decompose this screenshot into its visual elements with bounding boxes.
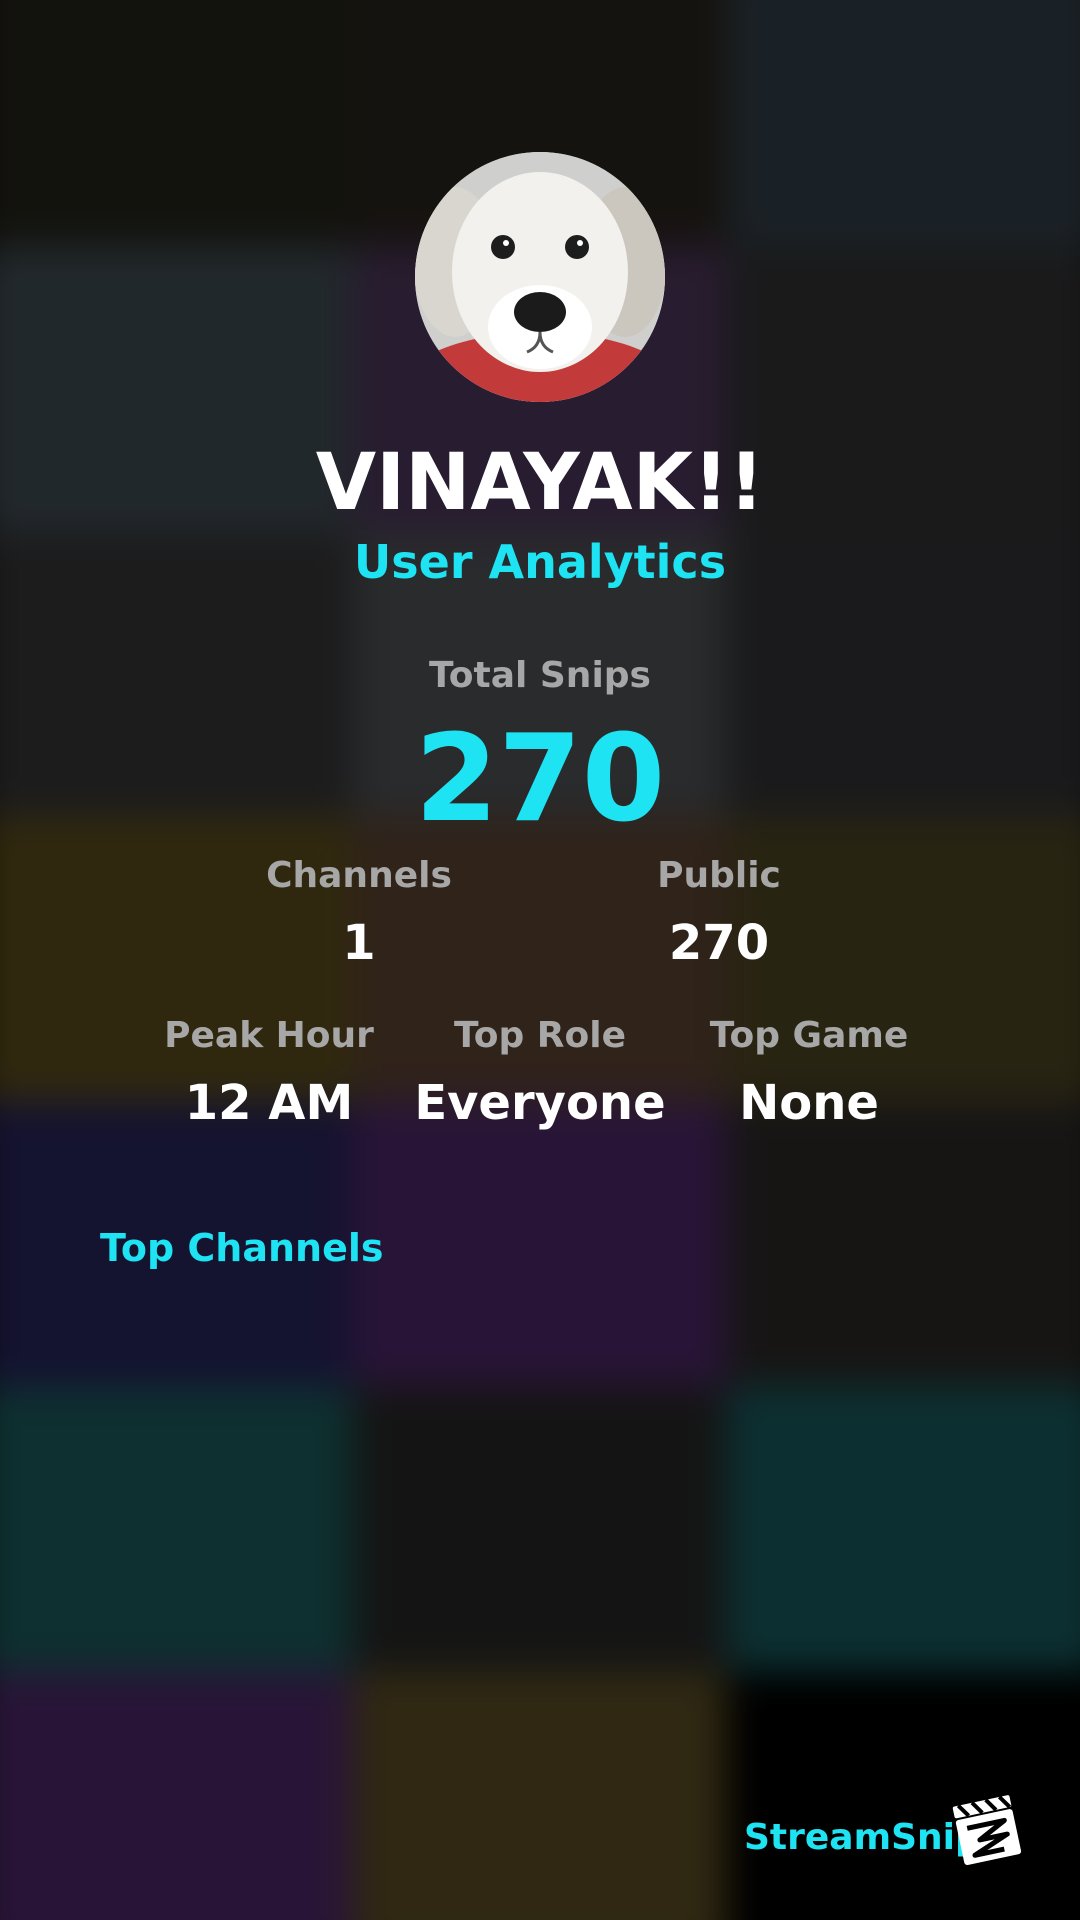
username: VINAYAK!! [315,438,765,528]
page-subtitle: User Analytics [353,535,727,589]
stat-value: Everyone [414,1075,666,1131]
stat-value: 12 AM [184,1075,354,1131]
total-snips-label: Total Snips [429,655,651,696]
clapperboard-icon [952,1795,1022,1866]
stat-label: Public [657,855,781,896]
stat-public: Public 270 [579,853,859,973]
stat-label: Peak Hour [164,1015,374,1056]
user-avatar [415,152,665,402]
total-snips-value: 270 [414,710,666,849]
stat-top-game: Top Game None [679,1013,939,1133]
dog-avatar-icon [415,152,665,402]
stat-value: 270 [668,915,770,971]
brand-name: StreamSnip [744,1817,981,1858]
stat-label: Top Game [709,1015,909,1056]
stat-label: Top Role [453,1015,627,1056]
stat-peak-hour: Peak Hour 12 AM [139,1013,399,1133]
stat-channels: Channels 1 [219,853,499,973]
analytics-card: VINAYAK!! User Analytics Total Snips 270… [0,0,1080,1920]
stat-value: 1 [342,915,376,971]
top-channels-heading: Top Channels [100,1226,384,1270]
stat-top-role: Top Role Everyone [410,1013,670,1133]
stat-label: Channels [266,855,452,896]
stat-value: None [739,1075,879,1131]
